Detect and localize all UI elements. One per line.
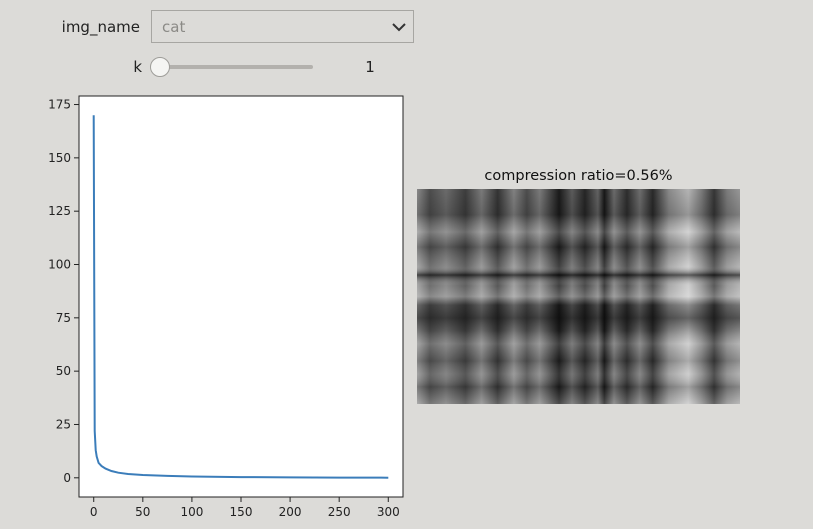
img-name-label: img_name [61,18,140,36]
chevron-down-icon [392,23,406,32]
k-slider-label: k [133,58,142,76]
compression-ratio-title: compression ratio=0.56% [484,168,673,184]
y-tick-label: 100 [48,258,71,272]
x-tick-label: 150 [230,505,253,519]
x-tick-label: 100 [180,505,203,519]
y-tick-label: 175 [48,98,71,112]
compressed-image [417,189,740,404]
y-tick-label: 50 [56,364,71,378]
y-tick-label: 125 [48,204,71,218]
x-tick-label: 250 [328,505,351,519]
k-slider-handle[interactable] [150,57,170,77]
x-tick-label: 50 [135,505,150,519]
x-tick-label: 200 [279,505,302,519]
k-slider-readout: 1 [365,58,375,76]
singular-values-chart: 0 50 100 150 200 250 300 0 25 50 75 100 125 150 175 [48,95,404,519]
plot-area [78,95,404,498]
compressed-image-rows [417,189,740,404]
img-name-selected-value: cat [162,17,186,36]
y-tick-label: 0 [63,471,71,485]
y-tick-label: 150 [48,151,71,165]
x-tick-label: 300 [377,505,400,519]
img-name-dropdown[interactable]: cat [151,10,414,43]
y-tick-label: 25 [56,417,71,431]
y-tick-label: 75 [56,311,71,325]
k-slider-track[interactable] [162,65,313,69]
x-tick-label: 0 [90,505,98,519]
